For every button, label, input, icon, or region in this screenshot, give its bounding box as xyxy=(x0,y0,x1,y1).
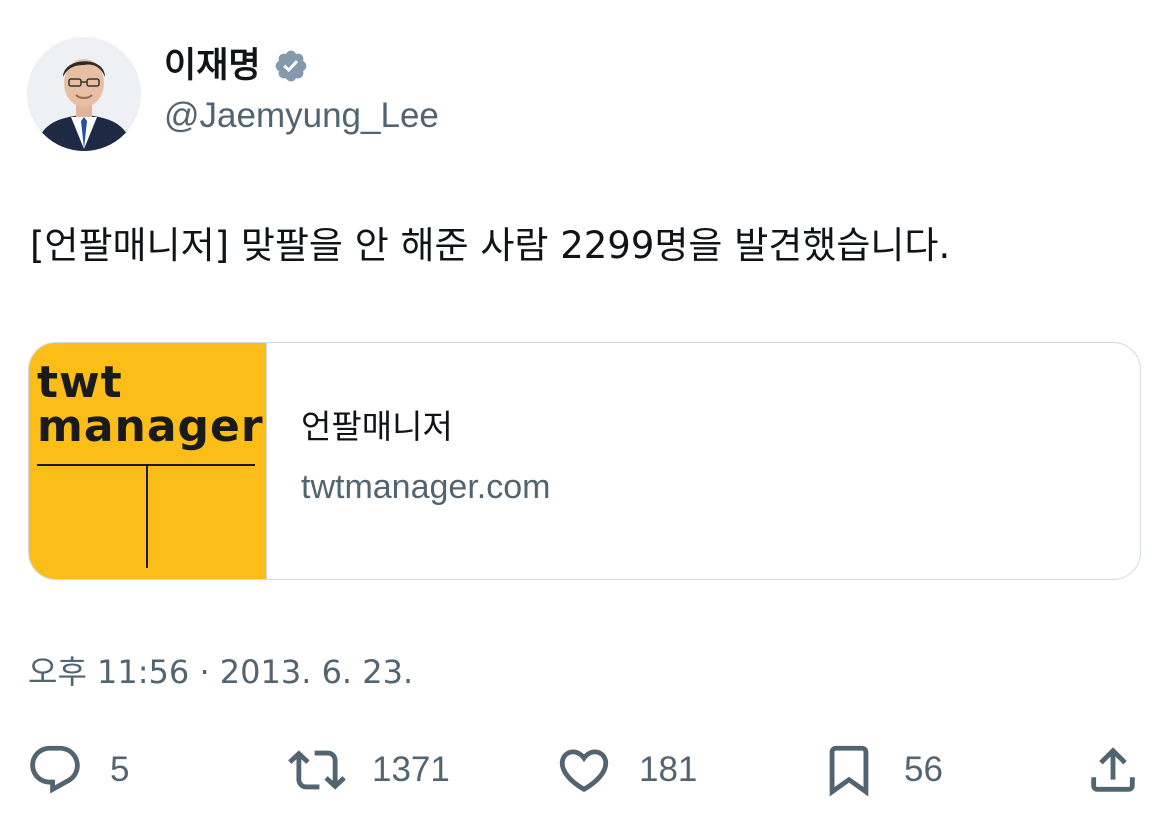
avatar[interactable] xyxy=(27,37,141,151)
card-title: 언팔매니저 xyxy=(301,407,453,446)
action-bar: 5 1371 181 56 xyxy=(0,738,1170,802)
reply-count: 5 xyxy=(110,750,130,789)
verified-badge-icon[interactable] xyxy=(273,48,309,84)
link-card[interactable]: twt manager 언팔매니저 twtmanager.com xyxy=(28,342,1141,580)
tweet-text: [언팔매니저] 맞팔을 안 해준 사람 2299명을 발견했습니다. xyxy=(30,224,951,267)
reply-button[interactable]: 5 xyxy=(26,738,129,802)
retweet-icon xyxy=(288,750,346,790)
card-thumbnail: twt manager xyxy=(29,343,267,579)
heart-icon xyxy=(559,749,609,793)
display-name-text: 이재명 xyxy=(164,46,261,86)
like-button[interactable]: 181 xyxy=(555,738,697,802)
retweet-count: 1371 xyxy=(372,750,450,789)
bookmark-button[interactable]: 56 xyxy=(820,738,943,802)
profile-photo xyxy=(27,37,141,151)
reply-icon xyxy=(30,745,80,794)
logo-line2: manager xyxy=(37,401,264,452)
twtmanager-logo: twt manager xyxy=(37,361,264,449)
bookmark-icon xyxy=(829,745,869,797)
like-count: 181 xyxy=(639,750,698,789)
timestamp[interactable]: 오후 11:56 · 2013. 6. 23. xyxy=(28,650,413,694)
logo-line1: twt xyxy=(37,357,123,408)
tweet-detail: 이재명 @Jaemyung_Lee [언팔매니저] 맞팔을 안 해준 사람 22… xyxy=(0,0,1170,839)
card-domain: twtmanager.com xyxy=(301,468,551,506)
share-icon xyxy=(1091,747,1135,792)
handle[interactable]: @Jaemyung_Lee xyxy=(164,94,439,138)
display-name[interactable]: 이재명 xyxy=(164,44,309,88)
bookmark-count: 56 xyxy=(904,750,943,789)
retweet-button[interactable]: 1371 xyxy=(288,738,450,802)
share-button[interactable] xyxy=(1084,738,1142,802)
logo-divider-vertical xyxy=(146,464,148,568)
